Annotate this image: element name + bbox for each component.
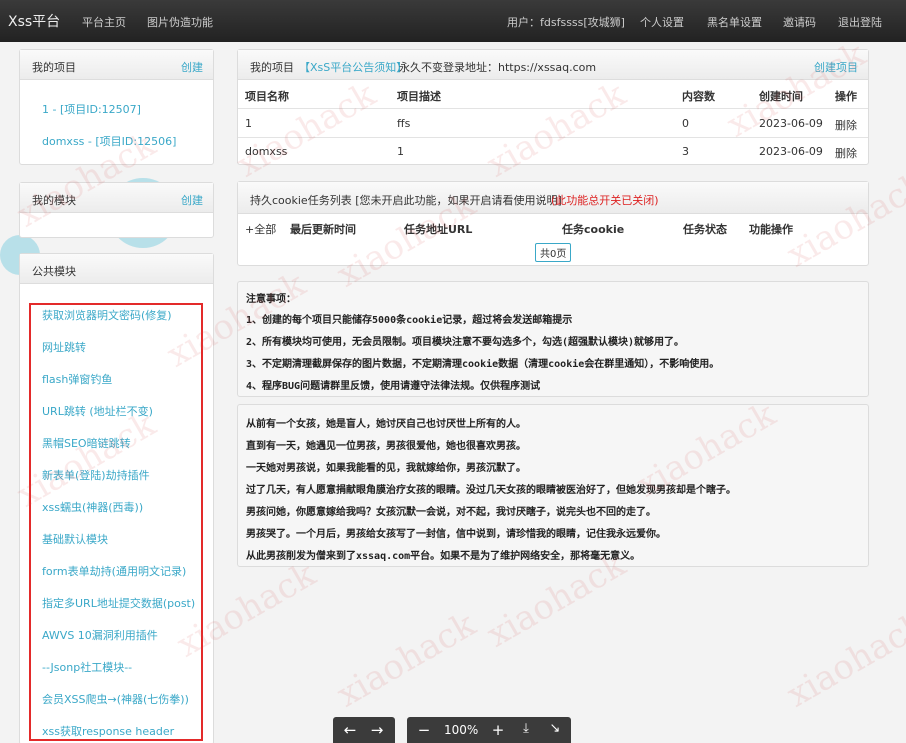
story-line: 一天她对男孩说，如果我能看的见，我就嫁给你，男孩沉默了。 <box>246 463 526 474</box>
column-header: 项目描述 <box>397 90 441 103</box>
nav-invite-link[interactable]: 邀请码 <box>783 14 816 30</box>
highlight-box <box>29 303 203 741</box>
story-line: 从前有一个女孩，她是盲人，她讨厌自己也讨厌世上所有的人。 <box>246 419 526 430</box>
sidebar-modules-panel: 我的模块 创建 <box>19 182 214 238</box>
sidebar-projects-panel: 我的项目 创建 1 - [项目ID:12507] domxss - [项目ID:… <box>19 49 214 165</box>
panel-header: 持久cookie任务列表 [您未开启此功能，如果开启请看使用说明] (此功能总开… <box>238 182 868 214</box>
story-line: 男孩问她，你愿意嫁给我吗？女孩沉默一会说，对不起，我讨厌瞎子，说完头也不回的走了… <box>246 507 656 518</box>
top-nav-bar: Xss平台 平台主页 图片伪造功能 用户：fdsfssss[攻城狮] 个人设置 … <box>0 0 906 42</box>
notes-title: 注意事项： <box>246 294 296 305</box>
notes-line: 4、程序BUG问题请群里反馈，使用请遵守法律法规。仅供程序测试 <box>246 381 541 392</box>
zoom-level: 100% <box>444 723 479 737</box>
create-project-link[interactable]: 创建 <box>181 59 203 75</box>
panel-header: 我的模块 创建 <box>20 183 213 213</box>
row-divider <box>238 137 868 138</box>
story-line: 过了几天，有人愿意捐献眼角膜治疗女孩的眼睛。没过几天女孩的眼睛被医治好了，但她发… <box>246 485 736 496</box>
column-header: 任务状态 <box>683 223 727 236</box>
previous-arrow-icon[interactable]: ← <box>339 721 361 739</box>
notes-line: 3、不定期清理截屏保存的图片数据，不定期清理cookie数据（清理cookie会… <box>246 359 720 370</box>
column-header: 任务地址URL <box>404 223 473 236</box>
notice-link[interactable]: 【XsS平台公告须知】 <box>299 59 407 75</box>
notes-line: 1、创建的每个项目只能储存5000条cookie记录，超过将会发送邮箱提示 <box>246 315 573 326</box>
delete-project-link[interactable]: 删除 <box>835 117 857 133</box>
column-header: 操作 <box>835 90 857 103</box>
panel-title: 公共模块 <box>32 265 76 278</box>
nav-button-group: ← → <box>333 717 395 743</box>
watermark: xiaohack <box>780 604 906 716</box>
create-module-link[interactable]: 创建 <box>181 192 203 208</box>
nav-logout-link[interactable]: 退出登陆 <box>838 14 882 30</box>
column-header: 创建时间 <box>759 90 803 103</box>
panel-title: 持久cookie任务列表 [您未开启此功能，如果开启请看使用说明] <box>250 194 562 207</box>
watermark: xiaohack <box>330 604 483 716</box>
panel-header: 公共模块 <box>20 254 213 284</box>
login-url-text: 永久不变登录地址：https://xssaq.com <box>399 61 597 74</box>
nav-home-link[interactable]: 平台主页 <box>82 14 126 30</box>
notes-line: 2、所有模块均可使用，无会员限制。项目模块注意不要勾选多个，勾选(超强默认模块)… <box>246 337 685 348</box>
story-line: 直到有一天，她遇见一位男孩，男孩很爱他，她也很喜欢男孩。 <box>246 441 526 452</box>
project-name-link[interactable]: domxss <box>245 145 287 158</box>
download-icon[interactable]: ⤓ <box>515 721 537 736</box>
zoom-out-icon[interactable]: − <box>413 721 435 739</box>
brand-logo[interactable]: Xss平台 <box>8 11 60 31</box>
column-header: 项目名称 <box>245 90 289 103</box>
user-info: 用户：fdsfssss[攻城狮] <box>507 16 625 29</box>
panel-title: 我的模块 <box>32 194 76 207</box>
panel-header: 我的项目 【XsS平台公告须知】 永久不变登录地址：https://xssaq.… <box>238 50 868 80</box>
select-all-link[interactable]: +全部 <box>245 221 276 237</box>
panel-title: 我的项目 <box>250 61 294 74</box>
zoom-toolbar: − 100% + ⤓ ↘ <box>407 717 571 743</box>
story-line: 男孩哭了。一个月后，男孩给女孩写了一封信，信中说到，请珍惜我的眼睛，记住我永远爱… <box>246 529 666 540</box>
column-header: 功能操作 <box>749 223 793 236</box>
sidebar-project-item[interactable]: domxss - [项目ID:12506] <box>42 133 176 149</box>
story-line: 从此男孩削发为僧来到了xssaq.com平台。如果不是为了维护网络安全，那将毫无… <box>246 551 641 562</box>
project-date: 2023-06-09 <box>759 145 823 158</box>
nav-image-forge-link[interactable]: 图片伪造功能 <box>147 14 213 30</box>
project-count: 3 <box>682 145 689 158</box>
next-arrow-icon[interactable]: → <box>366 721 388 739</box>
row-divider <box>238 108 868 109</box>
create-project-button[interactable]: 创建项目 <box>814 59 858 75</box>
project-date: 2023-06-09 <box>759 117 823 130</box>
project-desc: ffs <box>397 117 411 130</box>
zoom-in-icon[interactable]: + <box>487 721 509 739</box>
project-desc: 1 <box>397 145 404 158</box>
collapse-icon[interactable]: ↘ <box>544 721 566 736</box>
sidebar-project-item[interactable]: 1 - [项目ID:12507] <box>42 101 141 117</box>
nav-blacklist-link[interactable]: 黑名单设置 <box>707 14 762 30</box>
column-header: 任务cookie <box>562 223 625 236</box>
project-name-link[interactable]: 1 <box>245 117 252 130</box>
pagination-label[interactable]: 共0页 <box>535 243 572 262</box>
column-header: 内容数 <box>682 90 715 103</box>
delete-project-link[interactable]: 删除 <box>835 145 857 161</box>
panel-header: 我的项目 创建 <box>20 50 213 80</box>
nav-settings-link[interactable]: 个人设置 <box>640 14 684 30</box>
panel-title: 我的项目 <box>32 61 76 74</box>
project-count: 0 <box>682 117 689 130</box>
column-header: 最后更新时间 <box>290 223 356 236</box>
feature-disabled-warning: (此功能总开关已关闭) <box>551 194 659 207</box>
